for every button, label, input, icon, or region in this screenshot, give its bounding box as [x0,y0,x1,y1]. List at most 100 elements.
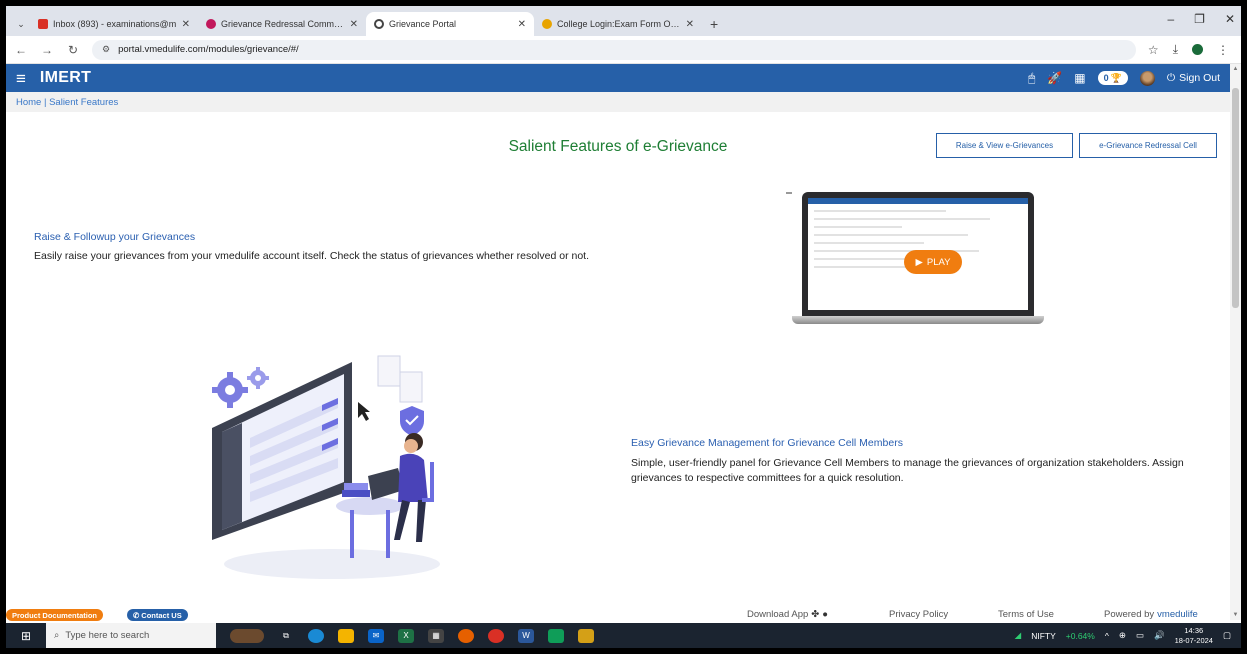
display-icon[interactable]: ▭ [1136,630,1144,641]
scroll-down-icon[interactable]: ▼ [1230,612,1241,618]
taskbar-search-box[interactable]: ⌕ Type here to search [46,623,216,648]
clock-date: 18-07-2024 [1174,635,1213,645]
site-favicon-icon [206,19,216,29]
tab-label: Inbox (893) - examinations@m [53,19,177,29]
raise-view-grievances-button[interactable]: Raise & View e-Grievances [936,133,1073,158]
page-scrollbar[interactable]: ▲ ▼ [1230,64,1241,620]
contact-us-button[interactable]: ✆ Contact US [127,609,188,621]
user-avatar[interactable] [1139,70,1155,86]
app-icon[interactable] [578,628,594,643]
url-field[interactable]: ⚙ portal.vmedulife.com/modules/grievance… [92,39,1136,60]
globe-icon [374,19,384,29]
vmedulife-logo[interactable]: vmedulife [1157,609,1198,620]
scroll-up-icon[interactable]: ▲ [1230,66,1241,72]
sign-out-label: Sign Out [1179,72,1220,84]
product-documentation-button[interactable]: Product Documentation [6,609,104,621]
forward-arrow-icon[interactable]: → [40,43,54,57]
close-tab-icon[interactable]: ✕ [518,19,526,30]
grievance-desk-illustration [212,355,440,579]
mouse-icon[interactable]: 🖱 [1028,71,1035,86]
browser-tab-college-login[interactable]: College Login:Exam Form Onlin ✕ [534,12,702,36]
apple-icon[interactable]: ● [822,609,828,620]
windows-start-icon[interactable]: ⊞ [6,629,46,643]
search-icon: ⌕ [54,630,60,641]
close-tab-icon[interactable]: ✕ [350,19,358,30]
close-tab-icon[interactable]: ✕ [686,19,694,30]
powered-by: Powered by vmedulife [1104,609,1198,620]
screen: ⌄ Inbox (893) - examinations@m ✕ Grievan… [6,6,1241,648]
browser-tab-strip: ⌄ Inbox (893) - examinations@m ✕ Grievan… [6,6,1241,36]
play-button[interactable]: ▶ PLAY [904,250,962,274]
stock-chart-icon: ◢ [1014,630,1022,640]
minimize-icon[interactable]: – [1167,12,1174,26]
address-bar-row: ← → ↻ ⚙ portal.vmedulife.com/modules/gri… [6,36,1241,64]
power-icon: ⏻ [1166,71,1176,84]
new-tab-button[interactable]: + [702,12,726,36]
book [342,490,370,497]
feature-management-text: Simple, user-friendly panel for Grievanc… [631,457,1184,484]
firefox-icon[interactable] [458,628,474,643]
tab-search-dropdown-icon[interactable]: ⌄ [12,12,30,36]
chrome-icon[interactable] [488,628,504,643]
rocket-icon[interactable]: 🚀 [1047,71,1062,85]
taskbar-clock[interactable]: 14:36 18-07-2024 [1175,626,1213,646]
terms-of-use-link[interactable]: Terms of Use [998,609,1054,620]
screen-row [814,234,968,236]
download-app-label: Download App [747,609,809,620]
grievance-redressal-cell-button[interactable]: e-Grievance Redressal Cell [1079,133,1217,158]
site-settings-icon[interactable]: ⚙ [102,44,110,55]
browser-tab-committee[interactable]: Grievance Redressal Committe ✕ [198,12,366,36]
profile-avatar-icon[interactable] [1192,44,1203,55]
browser-menu-icon[interactable]: ⋮ [1217,43,1229,57]
close-window-icon[interactable]: ✕ [1225,12,1235,26]
nifty-label[interactable]: NIFTY [1031,631,1056,641]
hamburger-menu-icon[interactable]: ≡ [16,70,26,87]
restore-icon[interactable]: ❐ [1194,12,1205,26]
android-icon[interactable]: ✤ [811,609,819,620]
reload-icon[interactable]: ↻ [66,43,80,57]
word-icon[interactable]: W [518,628,534,643]
network-icon[interactable]: ⊕ [1119,630,1126,641]
play-icon: ▶ [915,256,923,268]
bookmark-star-icon[interactable]: ☆ [1148,43,1159,57]
tray-chevron-icon[interactable]: ^ [1105,631,1109,641]
cursor-icon [358,402,370,421]
laptop-screen: ▶ PLAY [802,192,1034,316]
notifications-icon[interactable]: ▢ [1223,630,1231,641]
edge-icon[interactable] [308,628,324,643]
task-view-icon[interactable]: ⧉ [278,629,294,643]
play-label: PLAY [926,256,951,268]
brand-title: IMERT [39,69,92,86]
scrollbar-thumb[interactable] [1232,88,1239,308]
table-leg [386,510,390,558]
sign-out-button[interactable]: ⏻ Sign Out [1167,72,1220,85]
excel-icon[interactable]: X [398,628,414,643]
volume-icon[interactable]: 🔊 [1154,630,1165,641]
monitor-sidebar [222,423,242,530]
close-tab-icon[interactable]: ✕ [182,19,190,30]
browser-tab-inbox[interactable]: Inbox (893) - examinations@m ✕ [30,12,198,36]
calculator-icon[interactable]: ▦ [428,628,444,643]
breadcrumb[interactable]: Home | Salient Features [6,92,1230,112]
feature-raise-text: Easily raise your grievances from your v… [34,250,590,262]
video-preview[interactable]: ▶ PLAY [786,190,1044,326]
trophy-badge[interactable]: 0 🏆 [1097,71,1128,85]
mail-icon[interactable]: ✉ [368,628,384,643]
url-text: portal.vmedulife.com/modules/grievance/#… [118,44,299,55]
floor-shadow [224,549,440,579]
download-app-link[interactable]: Download App ✤ ● [747,609,828,620]
laptop-base [792,316,1044,324]
privacy-policy-link[interactable]: Privacy Policy [889,609,948,620]
gear-icon [212,372,248,408]
file-explorer-icon[interactable] [338,628,354,643]
back-arrow-icon[interactable]: ← [14,43,28,57]
document-icon [377,355,401,387]
phone-icon: ✆ [133,610,140,620]
chrome-active-icon[interactable] [548,628,564,643]
gear-icon [247,367,269,389]
browser-tab-grievance-portal[interactable]: Grievance Portal ✕ [366,12,534,36]
apps-grid-icon[interactable]: ▦ [1074,71,1085,85]
weather-widget-icon[interactable] [230,628,264,643]
download-icon[interactable]: ⤓ [1173,42,1178,57]
contact-us-label: Contact US [141,610,182,620]
